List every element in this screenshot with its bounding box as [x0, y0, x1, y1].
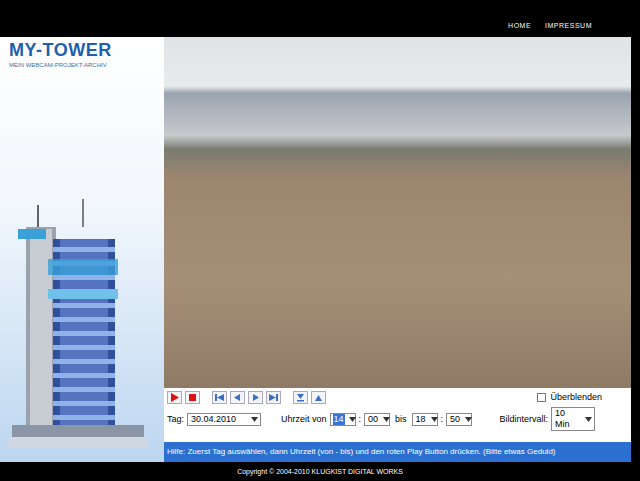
sidebar: MY-TOWERMEIN WEBCAM-PROJEKT-ARCHIV — [0, 37, 164, 462]
last-button-icon — [268, 393, 279, 402]
footer: Copyright © 2004-2010 KLUGKIST DIGITAL W… — [0, 462, 640, 481]
dropdown-arrow-icon — [251, 417, 258, 422]
next-button[interactable] — [248, 391, 263, 404]
dropdown-arrow-icon — [349, 417, 356, 422]
zoom-button[interactable] — [311, 391, 326, 404]
dropdown-arrow-icon — [465, 417, 472, 422]
logo: MY-TOWERMEIN WEBCAM-PROJEKT-ARCHIV — [0, 37, 164, 69]
play-button[interactable] — [167, 391, 182, 404]
from-minute-select[interactable]: 00 — [364, 413, 390, 426]
help-bar: Hilfe: Zuerst Tag auswählen, dann Uhrzei… — [164, 442, 631, 462]
top-bar: HOME IMPRESSUM — [0, 0, 640, 37]
player-row: Überblenden — [167, 391, 628, 404]
controls-panel: Überblenden Tag:30.04.2010Uhrzeit von14:0… — [164, 388, 631, 442]
stop-button-icon — [187, 393, 198, 402]
nav-link[interactable]: IMPRESSUM — [545, 21, 592, 30]
play-button-icon — [169, 393, 180, 402]
crossfade-option[interactable]: Überblenden — [537, 392, 628, 403]
main-row: MY-TOWERMEIN WEBCAM-PROJEKT-ARCHIV Überbl… — [0, 37, 640, 462]
day-select[interactable]: 30.04.2010 — [187, 413, 261, 426]
webcam-image — [164, 37, 631, 388]
page: HOME IMPRESSUM MY-TOWERMEIN WEBCAM-PROJEKT… — [0, 0, 640, 481]
zoom-button-icon — [313, 393, 324, 402]
tower-illustration-icon — [8, 199, 148, 454]
stop-button[interactable] — [185, 391, 200, 404]
download-button-icon — [295, 393, 306, 402]
dropdown-arrow-icon — [585, 417, 592, 422]
time-row: Tag:30.04.2010Uhrzeit von14:00bis18:50Bi… — [167, 407, 628, 431]
to-minute-select[interactable]: 50 — [446, 413, 472, 426]
last-button[interactable] — [266, 391, 281, 404]
logo-title: MY-TOWER — [9, 39, 164, 61]
interval-select[interactable]: 10 Min — [551, 407, 595, 431]
dropdown-arrow-icon — [431, 417, 438, 422]
from-hour-select[interactable]: 14 — [330, 413, 356, 426]
crossfade-checkbox[interactable] — [537, 393, 546, 402]
first-button[interactable] — [212, 391, 227, 404]
nav-link[interactable]: HOME — [508, 21, 531, 30]
to-hour-select[interactable]: 18 — [412, 413, 438, 426]
previous-button[interactable] — [230, 391, 245, 404]
content: Überblenden Tag:30.04.2010Uhrzeit von14:0… — [164, 37, 631, 462]
first-button-icon — [214, 393, 225, 402]
previous-button-icon — [232, 393, 243, 402]
download-button[interactable] — [293, 391, 308, 404]
next-button-icon — [250, 393, 261, 402]
dropdown-arrow-icon — [383, 417, 390, 422]
logo-subtitle: MEIN WEBCAM-PROJEKT-ARCHIV — [9, 61, 164, 69]
